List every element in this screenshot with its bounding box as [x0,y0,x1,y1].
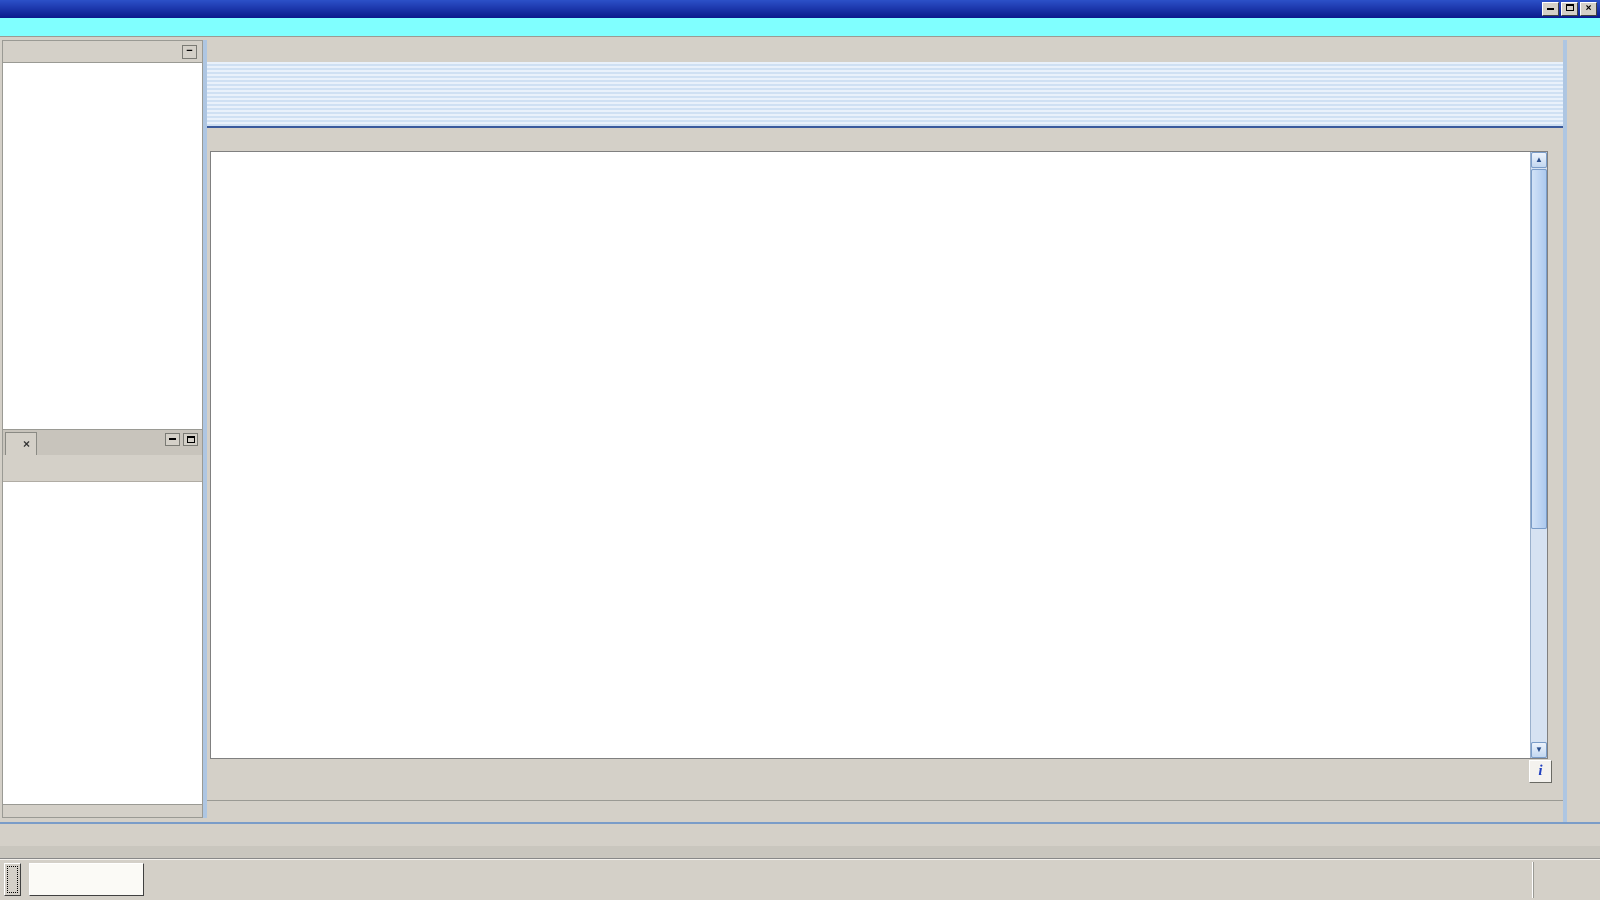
document-tab-bar [207,40,1563,62]
close-window-button[interactable]: × [1580,2,1597,16]
info-button[interactable]: i [1529,760,1552,783]
booking-totals [3,804,202,817]
taskbar-app-button[interactable] [29,863,144,896]
show-desktop-icon[interactable] [1570,871,1592,888]
booking-contents-toolbar [3,455,202,482]
taskbar [0,858,1600,900]
building-icon [223,70,261,118]
scroll-down-icon[interactable]: ▼ [1531,742,1547,758]
system-tray [1533,861,1600,898]
sidebar-tree [3,63,202,429]
booking-contents-list [3,482,202,804]
sidebar: − × [2,40,203,818]
booking-contents-minimize-button[interactable] [165,433,180,446]
table-header-row [211,152,1547,169]
sidebar-header: − [3,41,202,63]
main-content: ▲ ▼ i [207,40,1563,822]
start-button[interactable] [4,863,21,896]
booking-contents-titlebar: × [3,430,202,455]
desktop-strip [0,846,1600,858]
booking-contents-tab[interactable]: × [5,432,38,455]
maximize-button[interactable] [1561,2,1578,16]
sidebar-collapse-button[interactable]: − [182,44,197,59]
results-header [207,62,1563,128]
booking-contents-close-icon[interactable]: × [23,437,30,451]
menu-bar [0,18,1600,37]
booking-contents-panel: × [3,429,202,817]
window-right-edge [1563,40,1600,822]
table-body [211,169,1547,758]
booking-contents-maximize-button[interactable] [183,433,198,446]
vertical-scrollbar[interactable]: ▲ ▼ [1530,152,1547,758]
scrollbar-thumb[interactable] [1531,169,1547,529]
title-bar: × [0,0,1600,18]
view-tab-bar [207,800,1563,818]
results-table: ▲ ▼ [210,151,1548,759]
scroll-up-icon[interactable]: ▲ [1531,152,1547,168]
status-bar [0,822,1600,846]
minimize-button[interactable] [1542,2,1559,16]
